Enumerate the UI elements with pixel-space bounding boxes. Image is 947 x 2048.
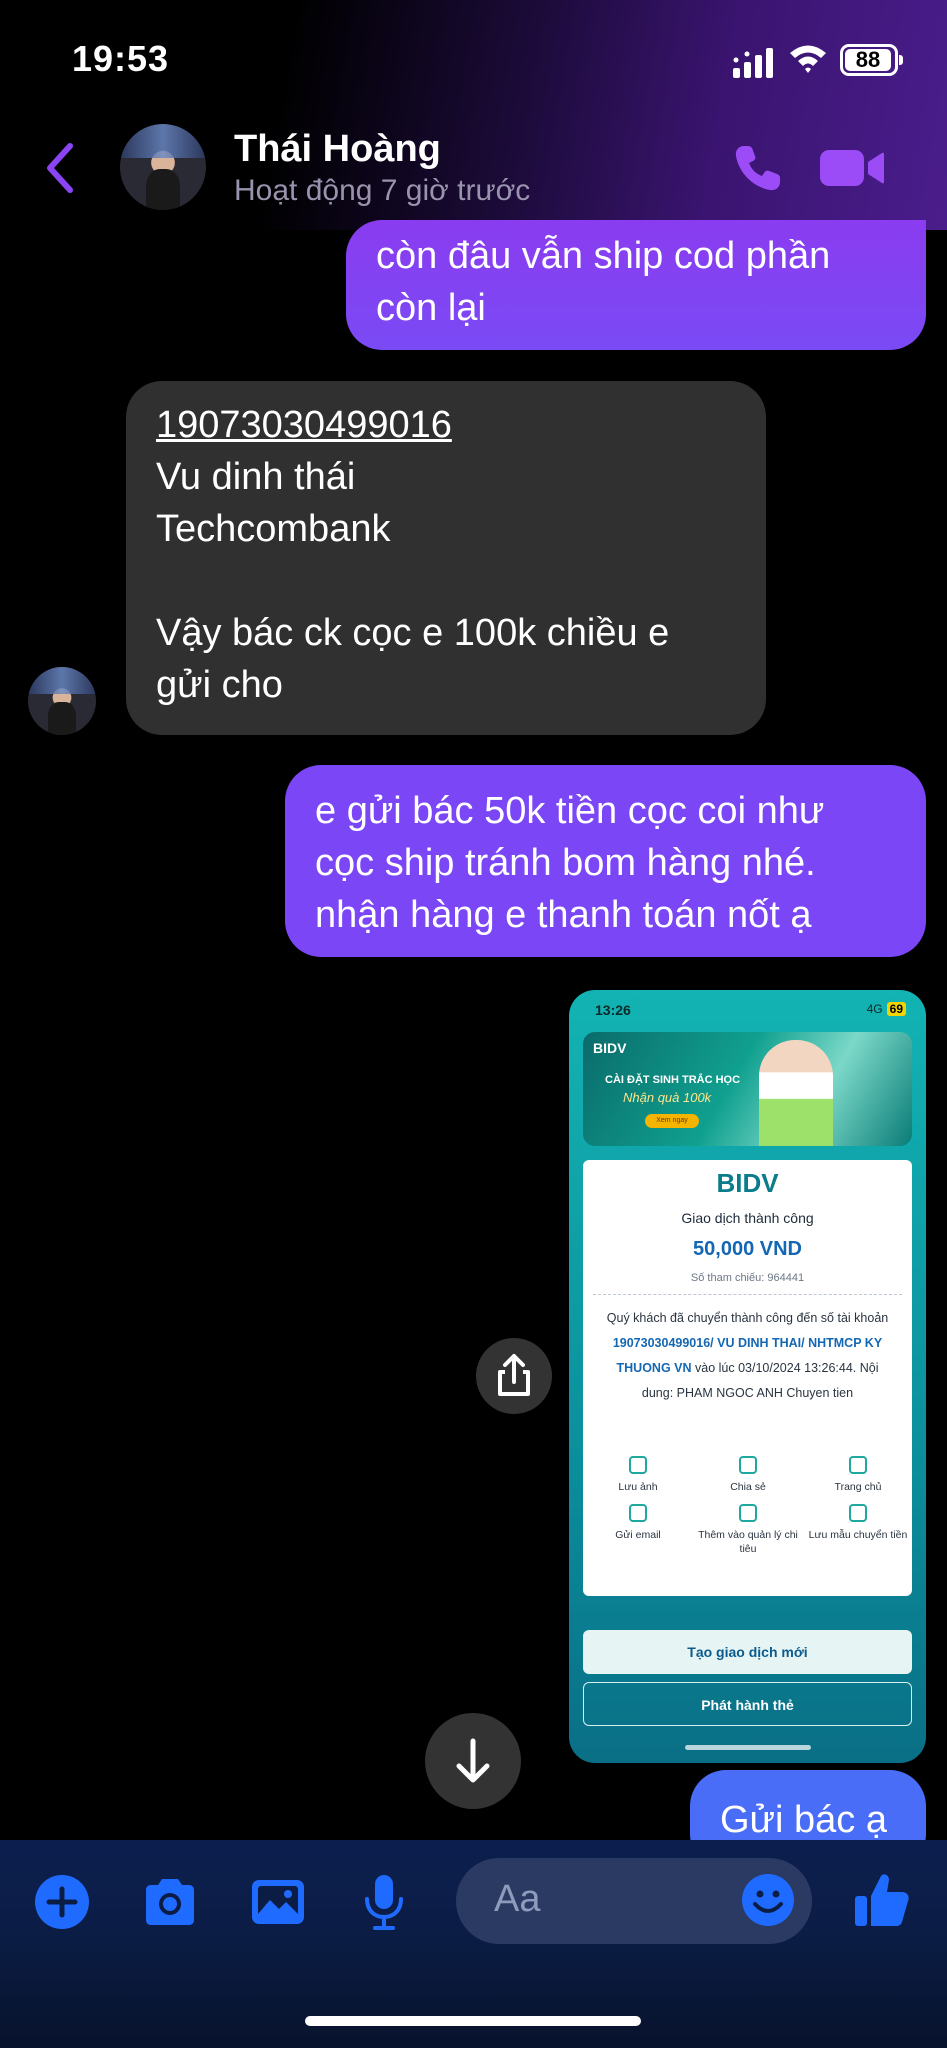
- bidv-logo: BIDV: [716, 1168, 779, 1198]
- conversation-header: Thái Hoàng Hoạt động 7 giờ trước: [0, 120, 947, 220]
- message-line: còn đâu vẫn ship cod phần: [376, 235, 831, 277]
- template-action: Lưu mẫu chuyển tiền: [803, 1504, 913, 1542]
- clipboard-icon: [739, 1504, 757, 1522]
- arrow-down-icon: [456, 1738, 490, 1783]
- message-line: nhận hàng e thanh toán nốt ạ: [315, 894, 812, 936]
- battery-level: 88: [845, 49, 891, 71]
- message-line: Techcombank: [156, 508, 391, 550]
- banner-title: CÀI ĐẶT SINH TRẮC HỌC: [605, 1074, 741, 1086]
- sender-avatar[interactable]: [28, 667, 96, 735]
- banner-subtitle: Nhận quà 100k: [623, 1090, 712, 1105]
- mail-icon: [629, 1504, 647, 1522]
- share-action: Chia sẻ: [693, 1456, 803, 1494]
- detail-text: Quý khách đã chuyển thành công đến số tà…: [606, 1311, 889, 1325]
- message-line: gửi cho: [156, 664, 283, 706]
- sent-image-bank-receipt[interactable]: 13:26 4G 69 BIDV CÀI ĐẶT SINH TRẮC HỌC Nh…: [569, 990, 926, 1763]
- battery-icon: 88: [840, 44, 903, 76]
- image-home-indicator: [685, 1745, 811, 1750]
- action-label: Thêm vào quản lý chi tiêu: [698, 1529, 798, 1555]
- message-line: còn lại: [376, 287, 486, 329]
- action-label: Trang chủ: [834, 1481, 882, 1493]
- cellular-signal-icon: [733, 48, 773, 78]
- presence-status: Hoạt động 7 giờ trước: [234, 174, 531, 207]
- action-label: Lưu mẫu chuyển tiền: [808, 1529, 908, 1541]
- scroll-to-bottom-button[interactable]: [425, 1713, 521, 1809]
- image-gallery-icon[interactable]: [248, 1872, 308, 1932]
- status-time: 19:53: [72, 38, 170, 79]
- video-call-icon[interactable]: [818, 144, 886, 192]
- action-label: Lưu ảnh: [618, 1481, 658, 1493]
- image-promo-banner: BIDV CÀI ĐẶT SINH TRẮC HỌC Nhận quà 100k…: [583, 1032, 912, 1146]
- image-receipt-card: BIDV Giao dịch thành công 50,000 VND Số …: [583, 1160, 912, 1596]
- thumbs-up-icon[interactable]: [852, 1870, 912, 1930]
- banner-person-image: [759, 1040, 833, 1146]
- image-network: 4G 69: [867, 1002, 906, 1016]
- transaction-amount: 50,000 VND: [693, 1238, 802, 1260]
- message-line: cọc ship tránh bom hàng nhé.: [315, 842, 816, 884]
- status-bar: 19:53 88: [0, 0, 947, 120]
- message-placeholder: Aa: [494, 1878, 541, 1920]
- home-action: Trang chủ: [803, 1456, 913, 1494]
- emoji-icon[interactable]: [740, 1872, 796, 1928]
- message-line: e gửi bác 50k tiền cọc coi như: [315, 790, 825, 832]
- contact-avatar[interactable]: [120, 124, 206, 210]
- camera-icon[interactable]: [140, 1872, 200, 1932]
- save-image-action: Lưu ảnh: [583, 1456, 693, 1494]
- share-image-button[interactable]: [476, 1338, 552, 1414]
- email-action: Gửi email: [583, 1504, 693, 1542]
- sent-message[interactable]: e gửi bác 50k tiền cọc coi như cọc ship …: [285, 765, 926, 957]
- image-network-type: 4G: [866, 1002, 883, 1016]
- banner-button: Xem ngay: [645, 1114, 699, 1128]
- plus-icon[interactable]: [32, 1872, 92, 1932]
- transaction-result: Giao dịch thành công: [681, 1210, 814, 1226]
- home-icon: [849, 1456, 867, 1474]
- document-icon: [849, 1504, 867, 1522]
- phone-call-icon[interactable]: [730, 140, 786, 196]
- action-label: Gửi email: [615, 1529, 661, 1541]
- issue-card-button: Phát hành thẻ: [583, 1682, 912, 1726]
- expense-action: Thêm vào quản lý chi tiêu: [693, 1504, 803, 1556]
- message-line: Vậy bác ck cọc e 100k chiều e: [156, 612, 670, 654]
- transaction-detail: Quý khách đã chuyển thành công đến số tà…: [601, 1306, 894, 1406]
- share-icon: [739, 1456, 757, 1474]
- banner-logo: BIDV: [593, 1040, 627, 1056]
- wifi-icon: [790, 45, 826, 73]
- back-chevron-icon[interactable]: [40, 140, 80, 196]
- home-indicator: [305, 2016, 641, 2026]
- contact-name[interactable]: Thái Hoàng: [234, 128, 441, 171]
- account-number-link[interactable]: 19073030499016: [156, 399, 736, 451]
- image-icon: [629, 1456, 647, 1474]
- share-icon: [498, 1354, 530, 1396]
- received-message[interactable]: 19073030499016 Vu dinh thái Techcombank …: [126, 381, 766, 735]
- microphone-icon[interactable]: [354, 1872, 414, 1932]
- sent-message[interactable]: còn đâu vẫn ship cod phần còn lại: [346, 220, 926, 350]
- reference-number: Số tham chiếu: 964441: [690, 1272, 805, 1284]
- new-transaction-button: Tạo giao dịch mới: [583, 1630, 912, 1674]
- action-label: Chia sẻ: [730, 1481, 766, 1493]
- image-battery: 69: [886, 1002, 906, 1016]
- image-status-time: 13:26: [595, 1002, 631, 1018]
- dashed-divider: [593, 1294, 902, 1295]
- message-line: Vu dinh thái: [156, 456, 356, 498]
